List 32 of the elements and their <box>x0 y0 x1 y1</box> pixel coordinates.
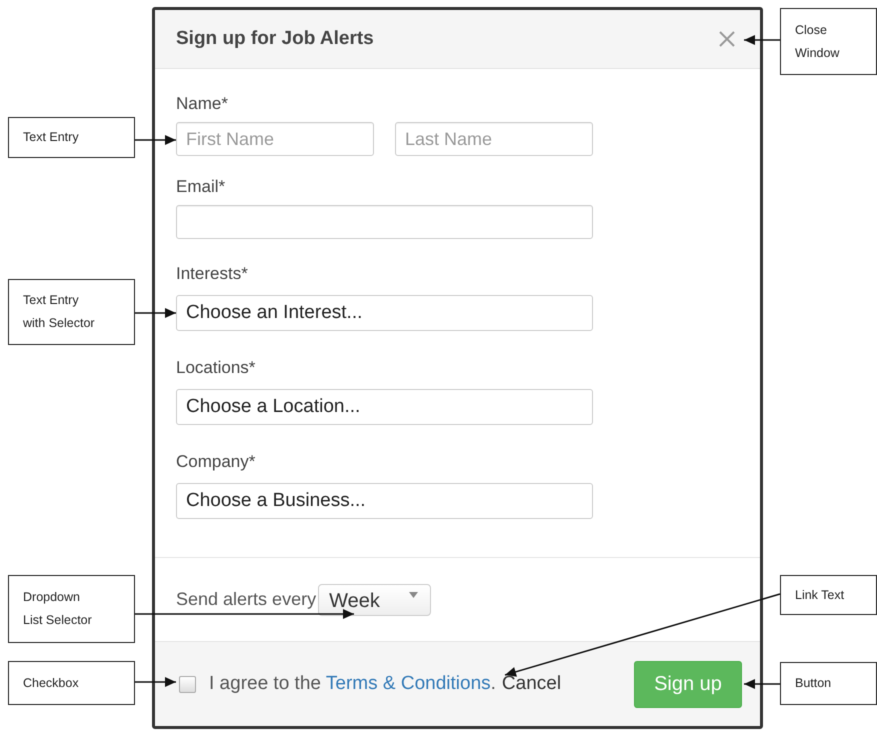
annotation-arrow <box>135 677 176 687</box>
terms-link[interactable]: Terms & Conditions <box>326 673 491 694</box>
agree-text: I agree to the Terms & Conditions. <box>209 673 496 695</box>
field-label: Company* <box>176 451 256 473</box>
field-label: Name* <box>176 93 228 115</box>
input-field[interactable] <box>176 205 593 239</box>
caret-icon <box>409 592 418 598</box>
annotation-arrow <box>744 35 780 45</box>
field-label: Email* <box>176 176 226 198</box>
callout-label: Text Entry with Selector <box>8 279 135 345</box>
input-field[interactable]: Last Name <box>395 122 593 156</box>
callout-label: Button <box>780 662 877 705</box>
dialog-title: Sign up for Job Alerts <box>176 28 374 50</box>
field-label: Interests* <box>176 263 248 285</box>
callout-label: Dropdown List Selector <box>8 575 135 643</box>
callout-label: Link Text <box>780 575 877 615</box>
callout-label: Text Entry <box>8 117 135 158</box>
agree-checkbox[interactable] <box>179 676 196 692</box>
callout-label: Close Window <box>780 8 877 75</box>
select-field[interactable]: Choose an Interest... <box>176 295 593 331</box>
callout-label: Checkbox <box>8 661 135 705</box>
annotation-arrow <box>744 679 780 689</box>
annotation-arrow <box>135 308 176 318</box>
close-icon[interactable] <box>718 30 736 48</box>
cancel-link[interactable]: Cancel <box>502 673 562 695</box>
select-field[interactable]: Choose a Location... <box>176 389 593 425</box>
field-label: Locations* <box>176 357 256 379</box>
annotation-arrow <box>135 135 176 145</box>
frequency-dropdown[interactable]: Week <box>318 584 432 616</box>
input-field[interactable]: First Name <box>176 122 374 156</box>
select-field[interactable]: Choose a Business... <box>176 483 593 519</box>
frequency-label: Send alerts every <box>176 589 316 610</box>
